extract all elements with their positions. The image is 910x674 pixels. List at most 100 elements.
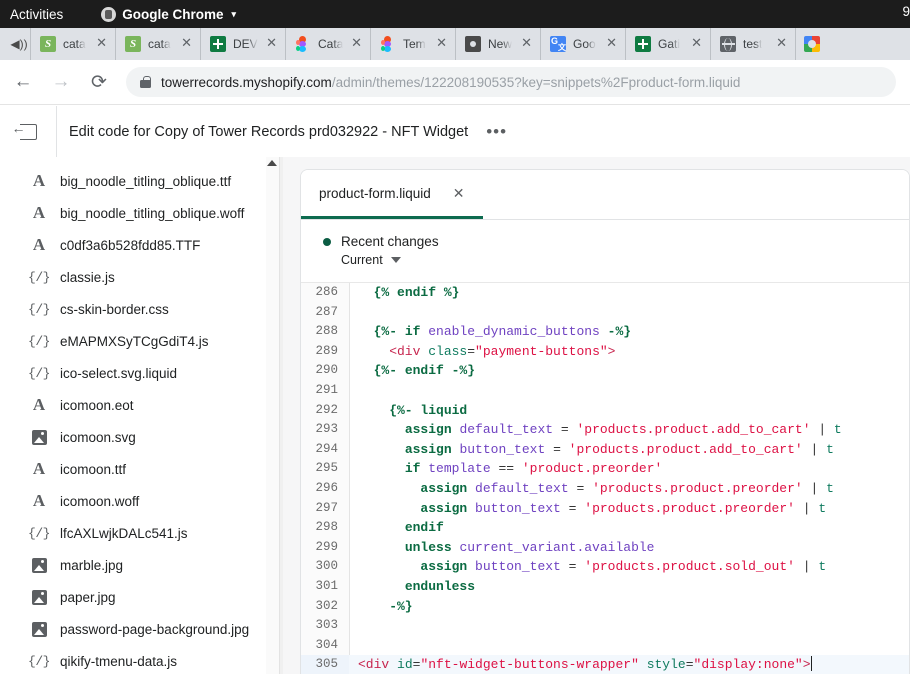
close-icon[interactable]: ✕	[266, 37, 277, 49]
line-content: endif	[349, 518, 444, 538]
file-name: qikify-tmenu-data.js	[60, 654, 177, 669]
file-list-item[interactable]: {/}classie.js	[0, 261, 283, 293]
file-name: c0df3a6b528fdd85.TTF	[60, 238, 200, 253]
line-content: <div class="payment-buttons">	[349, 342, 615, 362]
code-line[interactable]: 288 {%- if enable_dynamic_buttons -%}	[301, 322, 909, 342]
line-number: 286	[301, 283, 349, 303]
clock[interactable]: 9	[902, 4, 910, 19]
browser-tab[interactable]: cata✕	[30, 28, 115, 60]
exit-editor-button[interactable]	[0, 124, 56, 140]
code-line[interactable]: 302 -%}	[301, 597, 909, 617]
file-list-item[interactable]: {/}lfcAXLwjkDALc541.js	[0, 517, 283, 549]
file-name: icomoon.ttf	[60, 462, 126, 477]
back-button[interactable]: ←	[8, 67, 38, 97]
browser-tab[interactable]: test✕	[710, 28, 795, 60]
code-line[interactable]: 299 unless current_variant.available	[301, 538, 909, 558]
file-list-item[interactable]: icomoon.svg	[0, 421, 283, 453]
file-list-item[interactable]: {/}cs-skin-border.css	[0, 293, 283, 325]
code-line[interactable]: 295 if template == 'product.preorder'	[301, 459, 909, 479]
browser-tab-title: New	[488, 37, 512, 51]
close-icon[interactable]: ✕	[436, 37, 447, 49]
sidebar-scrollbar[interactable]	[266, 157, 279, 674]
close-icon[interactable]: ✕	[606, 37, 617, 49]
line-number: 295	[301, 459, 349, 479]
recent-changes-label: Recent changes	[341, 234, 439, 249]
file-list-item[interactable]: {/}qikify-tmenu-data.js	[0, 645, 283, 674]
line-content	[349, 303, 358, 323]
scroll-up-icon[interactable]	[267, 160, 277, 166]
code-line[interactable]: 291	[301, 381, 909, 401]
active-app-menu[interactable]: Google Chrome ▾	[101, 7, 236, 22]
code-line[interactable]: 298 endif	[301, 518, 909, 538]
close-icon[interactable]: ✕	[776, 37, 787, 49]
browser-tab-title: DEV	[233, 37, 258, 51]
line-number: 292	[301, 401, 349, 421]
google-translate-icon	[550, 36, 566, 52]
file-list-item[interactable]: Aicomoon.ttf	[0, 453, 283, 485]
close-icon[interactable]: ✕	[96, 37, 107, 49]
reload-button[interactable]: ⟳	[84, 67, 114, 97]
code-line[interactable]: 296 assign default_text = 'products.prod…	[301, 479, 909, 499]
line-number: 302	[301, 597, 349, 617]
status-dot-icon	[323, 238, 331, 246]
file-name: big_noodle_titling_oblique.ttf	[60, 174, 231, 189]
line-content: assign button_text = 'products.product.a…	[349, 440, 834, 460]
code-editor[interactable]: 286 {% endif %}287288 {%- if enable_dyna…	[301, 282, 909, 674]
file-list-item[interactable]: {/}ico-select.svg.liquid	[0, 357, 283, 389]
version-selector[interactable]: Current	[341, 253, 909, 267]
close-icon[interactable]: ✕	[691, 37, 702, 49]
code-line[interactable]: 290 {%- endif -%}	[301, 361, 909, 381]
editor-tab-row: product-form.liquid ✕	[301, 170, 909, 220]
file-list-item[interactable]: Aicomoon.woff	[0, 485, 283, 517]
version-selected-label: Current	[341, 253, 383, 267]
page-title: Edit code for Copy of Tower Records prd0…	[69, 124, 468, 140]
forward-button[interactable]: →	[46, 67, 76, 97]
code-line[interactable]: 287	[301, 303, 909, 323]
browser-tab[interactable]: Cata✕	[285, 28, 370, 60]
browser-tab[interactable]: Goo✕	[540, 28, 625, 60]
code-file-icon: {/}	[28, 302, 50, 317]
browser-tab[interactable]: DEV ✕	[200, 28, 285, 60]
close-icon[interactable]: ✕	[351, 37, 362, 49]
file-list-item[interactable]: marble.jpg	[0, 549, 283, 581]
code-line[interactable]: 289 <div class="payment-buttons">	[301, 342, 909, 362]
speaker-icon[interactable]: ◀))	[8, 37, 30, 51]
browser-tab[interactable]: New ✕	[455, 28, 540, 60]
code-line[interactable]: 292 {%- liquid	[301, 401, 909, 421]
file-list-item[interactable]: Ac0df3a6b528fdd85.TTF	[0, 229, 283, 261]
code-line[interactable]: 297 assign button_text = 'products.produ…	[301, 499, 909, 519]
code-line[interactable]: 304	[301, 636, 909, 656]
editor-tab-product-form[interactable]: product-form.liquid ✕	[301, 170, 483, 219]
code-file-icon: {/}	[28, 366, 50, 381]
browser-tab[interactable]: cata✕	[115, 28, 200, 60]
code-line[interactable]: 286 {% endif %}	[301, 283, 909, 303]
close-icon[interactable]: ✕	[453, 187, 465, 199]
code-line[interactable]: 294 assign button_text = 'products.produ…	[301, 440, 909, 460]
line-content: {% endif %}	[349, 283, 459, 303]
code-line[interactable]: 293 assign default_text = 'products.prod…	[301, 420, 909, 440]
file-list-item[interactable]: Abig_noodle_titling_oblique.woff	[0, 197, 283, 229]
address-bar[interactable]: towerrecords.myshopify.com/admin/themes/…	[126, 67, 896, 97]
line-number: 294	[301, 440, 349, 460]
file-list-item[interactable]: Aicomoon.eot	[0, 389, 283, 421]
code-line[interactable]: 300 assign button_text = 'products.produ…	[301, 557, 909, 577]
browser-tab[interactable]: Tem✕	[370, 28, 455, 60]
activities-button[interactable]: Activities	[10, 7, 63, 22]
more-actions-button[interactable]: •••	[486, 127, 507, 137]
code-line[interactable]: 301 endunless	[301, 577, 909, 597]
file-list-item[interactable]: paper.jpg	[0, 581, 283, 613]
close-icon[interactable]: ✕	[181, 37, 192, 49]
code-line[interactable]: 303	[301, 616, 909, 636]
url-text: towerrecords.myshopify.com/admin/themes/…	[161, 75, 740, 90]
text-cursor	[811, 656, 813, 671]
code-line[interactable]: 305<div id="nft-widget-buttons-wrapper" …	[301, 655, 909, 674]
file-list-item[interactable]: {/}eMAPMXSyTCgGdiT4.js	[0, 325, 283, 357]
file-list-item[interactable]: Abig_noodle_titling_oblique.ttf	[0, 165, 283, 197]
file-list-item[interactable]: password-page-background.jpg	[0, 613, 283, 645]
close-icon[interactable]: ✕	[521, 37, 532, 49]
font-file-icon: A	[28, 203, 50, 223]
chevron-down-icon: ▾	[232, 9, 237, 20]
browser-tab[interactable]: Gati✕	[625, 28, 710, 60]
file-name: classie.js	[60, 270, 115, 285]
browser-tab-extra[interactable]	[795, 28, 825, 60]
